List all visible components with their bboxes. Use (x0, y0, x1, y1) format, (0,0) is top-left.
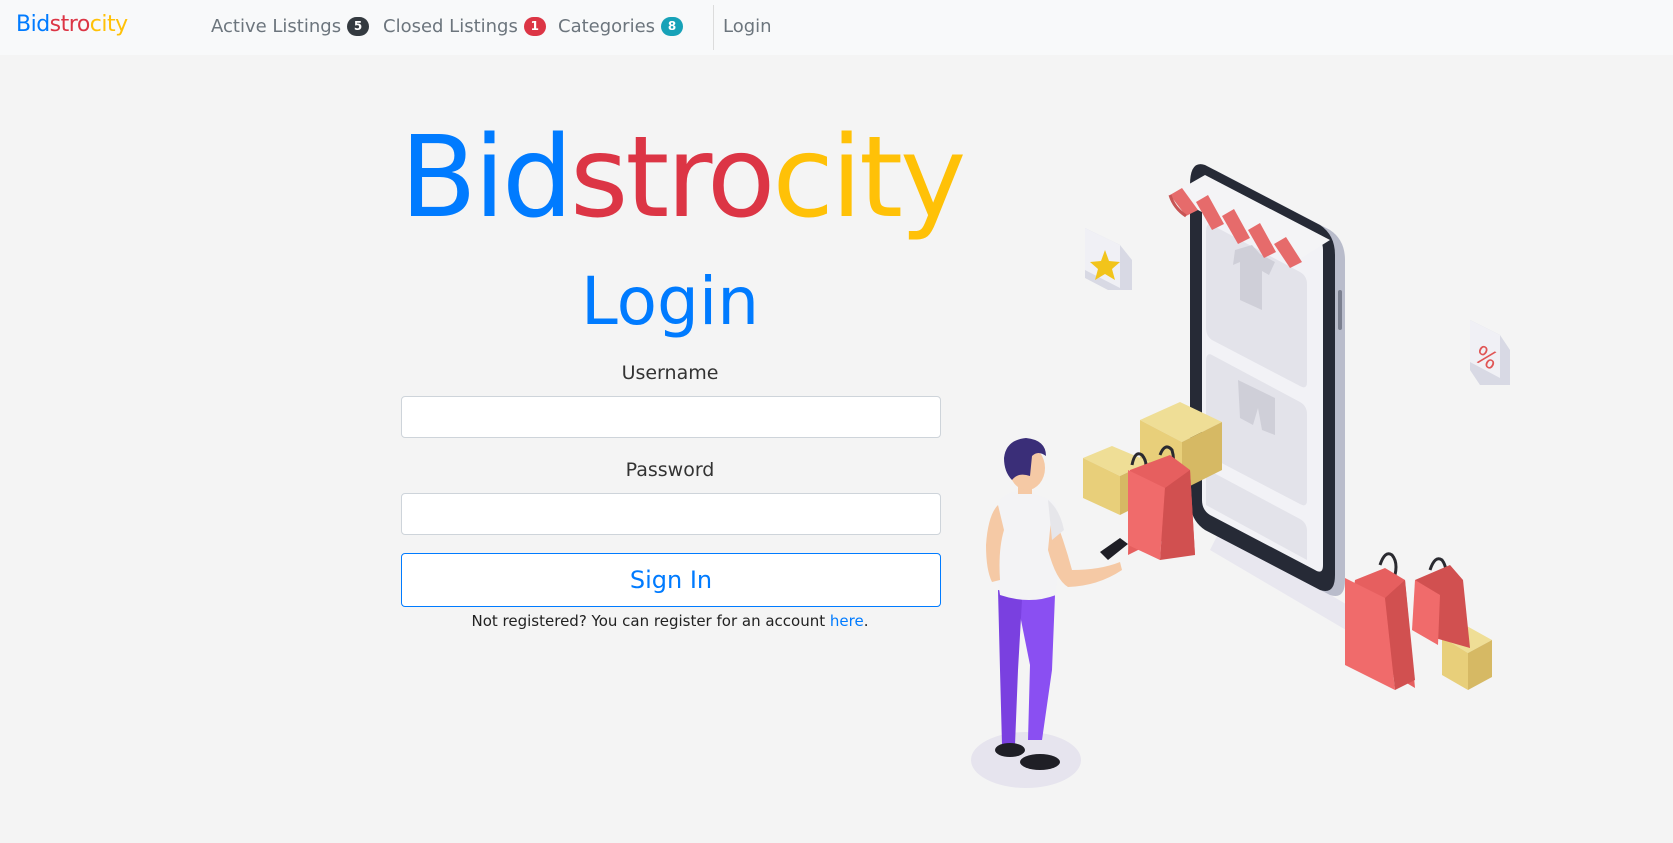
brand-part-bid: Bid (16, 12, 50, 37)
password-label: Password (625, 459, 715, 481)
register-prompt-end: . (863, 612, 869, 630)
username-label: Username (621, 362, 719, 384)
register-link[interactable]: here (830, 612, 864, 630)
hero-title-part-stro: stro (570, 113, 775, 243)
star-tile (1085, 228, 1132, 290)
nav-categories-label: Categories (558, 16, 656, 37)
categories-count-badge: 8 (661, 17, 684, 36)
brand-logo-link[interactable]: Bidstrocity (16, 12, 128, 37)
nav-closed-listings[interactable]: Closed Listings 1 (383, 16, 546, 37)
brand-part-stro: stro (49, 12, 91, 37)
brand-part-city: city (89, 12, 128, 37)
hero-title-part-bid: Bid (400, 113, 573, 243)
shopping-illustration: % (971, 164, 1510, 788)
username-input[interactable] (401, 396, 941, 438)
hero-brand-title: Bidstrocity (400, 113, 966, 243)
top-navbar: Bidstrocity Active Listings 5 Closed Lis… (0, 0, 1673, 55)
nav-login-link[interactable]: Login (723, 16, 772, 37)
register-prompt: Not registered? You can register for an … (400, 612, 940, 630)
active-listings-count-badge: 5 (347, 17, 370, 36)
closed-listings-count-badge: 1 (523, 17, 546, 36)
register-prompt-text: Not registered? You can register for an … (471, 612, 830, 630)
nav-closed-listings-label: Closed Listings (383, 16, 518, 37)
password-input[interactable] (401, 493, 941, 535)
nav-categories[interactable]: Categories 8 (558, 16, 684, 37)
hero-title-part-city: city (772, 113, 966, 243)
nav-active-listings-label: Active Listings (211, 16, 342, 37)
smartphone-icon (1168, 164, 1345, 596)
nav-active-listings[interactable]: Active Listings 5 (211, 16, 370, 37)
login-heading: Login (580, 263, 760, 340)
percent-tile: % (1470, 320, 1510, 385)
sign-in-button[interactable]: Sign In (401, 553, 941, 607)
nav-divider (713, 5, 714, 50)
